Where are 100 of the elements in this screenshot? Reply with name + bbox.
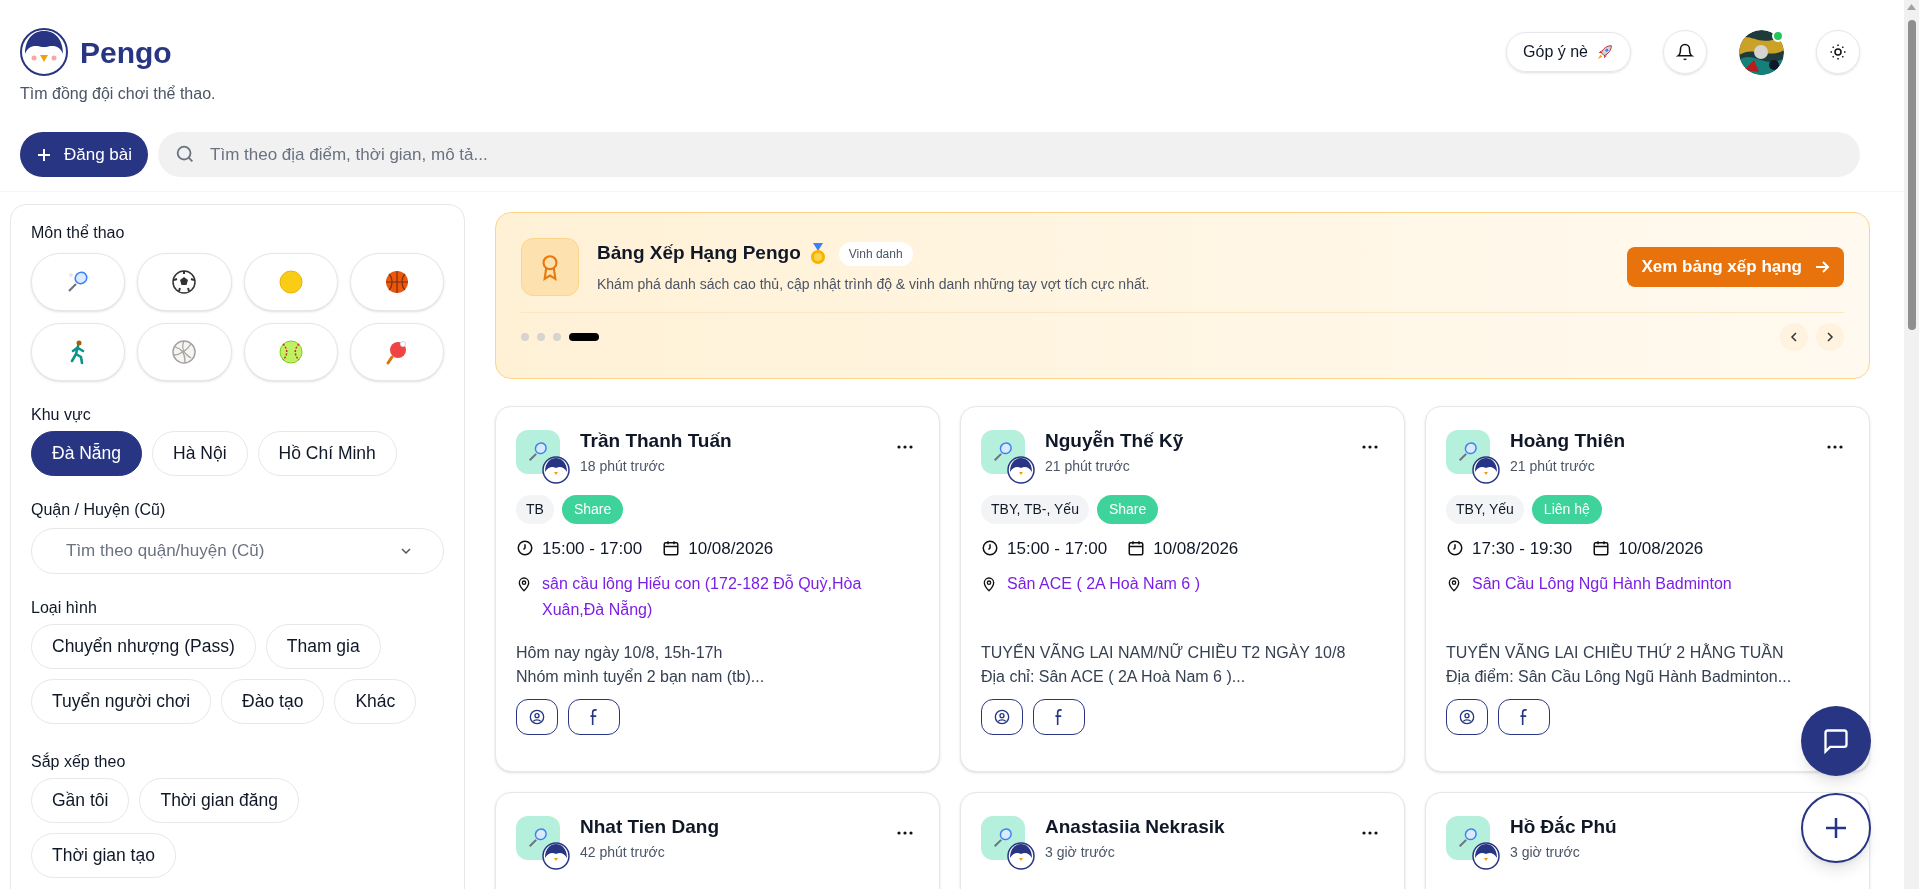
user-circle-icon [994, 709, 1010, 725]
search-field[interactable]: Tìm theo địa điểm, thời gian, mô tả... [158, 132, 1860, 177]
facebook-button[interactable] [1033, 699, 1085, 735]
filter-chip[interactable]: Khác [334, 679, 417, 724]
banner-description: Khám phá danh sách cao thủ, cập nhật trình độ & vinh danh những tay vợt tích cực nhất. [597, 274, 1150, 294]
racket-icon [991, 439, 1015, 464]
post-card[interactable]: Trần Thanh Tuấn 18 phút trước TB Share 15:00 - 17:00 10/08/2026 sân cầu lông Hiếu con (172-182 Đỗ Quỳ,Hòa Xuân,Đà Nẵng) Hôm nay ngày 10/8, 15h-17h Nhóm mình tuyển 2 bạn nam (tb)... [495, 406, 940, 772]
profile-button[interactable] [981, 699, 1023, 735]
filter-chip[interactable]: Tuyển người chơi [31, 679, 212, 724]
sport-filter-button[interactable] [349, 253, 444, 311]
post-card[interactable]: Anastasiia Nekrasik 3 giờ trước [960, 792, 1405, 889]
post-time: 21 phút trước [1510, 456, 1595, 476]
section-title: Sắp xếp theo [31, 751, 126, 772]
sun-icon [1829, 43, 1847, 61]
filter-chip[interactable]: Đà Nẵng [31, 431, 143, 476]
location-link[interactable]: Sân Cầu Lông Ngũ Hành Badminton [1472, 571, 1732, 597]
facebook-icon [589, 709, 599, 725]
rocket-icon [1596, 43, 1614, 61]
location-link[interactable]: sân cầu lông Hiếu con (172-182 Đỗ Quỳ,Hòa Xuân,Đà Nẵng) [542, 571, 919, 623]
scrollbar[interactable] [1904, 0, 1919, 889]
post-description: TUYỂN VÃNG LAI NAM/NỮ CHIỀU T2 NGÀY 10/8 Địa chỉ: Sân ACE ( 2A Hoà Nam 6 )... [981, 642, 1347, 687]
filter-chip[interactable]: Hà Nội [152, 431, 248, 476]
medal-icon [808, 242, 827, 265]
section-title: Loại hình [31, 598, 97, 618]
filter-chip[interactable]: Thời gian tạo [31, 833, 176, 878]
facebook-button[interactable] [568, 699, 620, 735]
location-pin-icon [516, 575, 532, 593]
filter-chip[interactable]: Hồ Chí Minh [257, 431, 397, 476]
ball-icon [277, 269, 304, 295]
section-title: Khu vực [31, 405, 91, 425]
softball-icon [277, 339, 304, 365]
post-time: 3 giờ trước [1045, 842, 1115, 862]
post-time: 3 giờ trước [1510, 842, 1580, 862]
slide-indicator[interactable] [569, 333, 599, 341]
racket-icon [1456, 439, 1480, 464]
post-description: TUYỂN VÃNG LAI CHIỀU THỨ 2 HẰNG TUẦN Địa điểm: Sân Cầu Lông Ngũ Hành Badminton... [1446, 642, 1793, 687]
deal-tag: Share [1096, 494, 1159, 524]
section-title: Quận / Huyện (Cũ) [31, 500, 166, 520]
filter-chip[interactable]: Gần tôi [31, 778, 130, 823]
facebook-button[interactable] [1498, 699, 1550, 735]
post-time: 18 phút trước [580, 456, 665, 476]
banner-title: Bảng Xếp Hạng Pengo [597, 241, 801, 266]
penguin-avatar [1472, 455, 1500, 484]
filter-chip[interactable]: Tham gia [265, 624, 381, 669]
calendar-icon [1592, 539, 1611, 558]
location-pin-icon [981, 575, 997, 593]
skill-tag: TBY, TB-, Yếu [981, 494, 1089, 524]
volleyball-icon [171, 339, 198, 365]
user-circle-icon [529, 709, 545, 725]
previous-slide-button[interactable] [1780, 323, 1808, 351]
scrollbar-thumb[interactable] [1907, 20, 1916, 330]
post-card[interactable]: Hồ Đắc Phú 3 giờ trước [1425, 792, 1870, 889]
skill-tag: TB [516, 494, 554, 524]
bell-icon [1676, 43, 1694, 61]
tagline: Tìm đồng đội chơi thể thao. [20, 84, 216, 104]
filter-chip[interactable]: Chuyển nhượng (Pass) [31, 624, 256, 669]
dropdown-placeholder: Tìm theo quận/huyện (Cũ) [66, 540, 265, 563]
ellipsis-icon [1827, 445, 1843, 449]
author-name: Trần Thanh Tuấn [580, 429, 732, 453]
next-slide-button[interactable] [1816, 323, 1844, 351]
ellipsis-icon [1362, 831, 1378, 835]
post-card[interactable]: Nguyễn Thế Kỹ 21 phút trước TBY, TB-, Yếu Share 15:00 - 17:00 10/08/2026 Sân ACE ( 2A Hoà Nam 6 ) TUYỂN VÃNG LAI NAM/NỮ CHIỀU T2 NGÀY 10/8 Địa chỉ: Sân ACE ( 2A Hoà Nam 6 )... [960, 406, 1405, 772]
penguin-avatar [542, 841, 570, 870]
user-circle-icon [1459, 709, 1475, 725]
author-name: Hoàng Thiên [1510, 429, 1626, 453]
deal-tag: Liên hệ [1531, 494, 1602, 524]
skill-tag: TBY, Yếu [1446, 494, 1524, 524]
new-post-button[interactable]: Đăng bài [20, 132, 149, 177]
basketball-icon [383, 269, 410, 295]
time-range: 17:30 - 19:30 [1472, 537, 1573, 560]
deal-tag: Share [561, 494, 624, 524]
sport-filter-button[interactable] [137, 253, 232, 311]
post-time: 21 phút trước [1045, 456, 1130, 476]
location-link[interactable]: Sân ACE ( 2A Hoà Nam 6 ) [1007, 571, 1200, 597]
post-time: 42 phút trước [580, 842, 665, 862]
post-card[interactable]: Nhat Tien Dang 42 phút trước [495, 792, 940, 889]
facebook-icon [1519, 709, 1529, 725]
chat-icon [1822, 727, 1850, 755]
time-range: 15:00 - 17:00 [542, 537, 643, 560]
location-pin-icon [1446, 575, 1462, 593]
racket-icon [526, 439, 550, 464]
date: 10/08/2026 [688, 537, 774, 560]
date: 10/08/2026 [1153, 537, 1239, 560]
calendar-icon [1127, 539, 1146, 558]
penguin-avatar [542, 455, 570, 484]
filter-chip[interactable]: Đào tạo [221, 679, 325, 724]
facebook-icon [1054, 709, 1064, 725]
profile-button[interactable] [516, 699, 558, 735]
profile-button[interactable] [1446, 699, 1488, 735]
arrow-right-icon [1814, 259, 1830, 275]
penguin-avatar [1007, 841, 1035, 870]
post-card[interactable]: Hoàng Thiên 21 phút trước TBY, Yếu Liên hệ 17:30 - 19:30 10/08/2026 Sân Cầu Lông Ngũ Hành Badminton TUYỂN VÃNG LAI CHIỀU THỨ 2 HẰNG TUẦN Địa điểm: Sân Cầu Lông Ngũ Hành Badminton... [1425, 406, 1870, 772]
clock-icon [1446, 539, 1464, 558]
sport-filter-button[interactable] [349, 323, 444, 381]
plus-icon [36, 146, 52, 163]
soccer-ball-icon [171, 269, 198, 295]
ellipsis-icon [897, 445, 913, 449]
penguin-logo [20, 28, 68, 76]
penguin-avatar [1007, 455, 1035, 484]
filter-chip[interactable]: Thời gian đăng [139, 778, 299, 823]
